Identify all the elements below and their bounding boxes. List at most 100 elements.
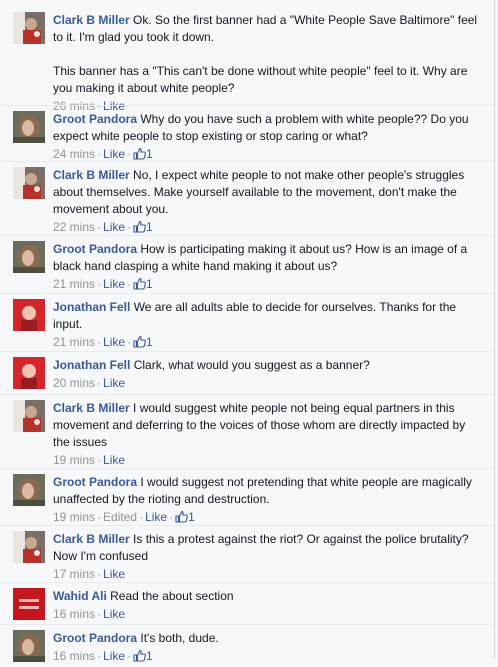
avatar[interactable]: [13, 474, 45, 506]
like-count[interactable]: 1: [146, 649, 153, 663]
timestamp[interactable]: 19 mins: [53, 453, 95, 467]
author-link[interactable]: Groot Pandora: [53, 475, 137, 489]
author-link[interactable]: Clark B Miller: [53, 168, 130, 182]
like-count[interactable]: 1: [146, 147, 153, 161]
separator-dot: ·: [97, 510, 102, 524]
like-button[interactable]: Like: [103, 335, 125, 349]
comment-paragraph: Clark B Miller Is this a protest against…: [53, 531, 483, 565]
comment-divider: [0, 235, 494, 236]
like-count[interactable]: 1: [188, 510, 195, 524]
avatar[interactable]: [13, 531, 45, 563]
separator-dot: ·: [97, 220, 102, 234]
author-link[interactable]: Clark B Miller: [53, 532, 130, 546]
like-button[interactable]: Like: [103, 220, 125, 234]
edited-label[interactable]: Edited: [103, 510, 137, 524]
like-button[interactable]: Like: [103, 277, 125, 291]
comment-divider: [0, 351, 494, 352]
author-link[interactable]: Groot Pandora: [53, 112, 137, 126]
comment-body: Clark B Miller Is this a protest against…: [53, 531, 483, 583]
comment-body: Clark B Miller Ok. So the first banner h…: [53, 12, 483, 115]
like-count[interactable]: 1: [146, 335, 153, 349]
author-link[interactable]: Groot Pandora: [53, 242, 137, 256]
comment-meta: 24 mins · Like · 1: [53, 146, 483, 165]
separator-dot: ·: [97, 649, 102, 663]
separator-dot: ·: [139, 510, 144, 524]
like-button[interactable]: Like: [103, 453, 125, 467]
separator-dot: ·: [127, 335, 132, 349]
separator-dot: ·: [169, 510, 174, 524]
separator-dot: ·: [97, 147, 102, 161]
separator-dot: ·: [127, 649, 132, 663]
avatar[interactable]: [13, 357, 45, 389]
timestamp[interactable]: 20 mins: [53, 376, 95, 390]
timestamp[interactable]: 21 mins: [53, 277, 95, 291]
author-link[interactable]: Clark B Miller: [53, 401, 130, 415]
timestamp[interactable]: 22 mins: [53, 220, 95, 234]
like-button[interactable]: Like: [103, 147, 125, 161]
author-link[interactable]: Jonathan Fell: [53, 358, 130, 372]
comment-meta: 17 mins · Like: [53, 566, 483, 583]
thumbs-up-icon[interactable]: [133, 649, 146, 667]
separator-dot: ·: [97, 607, 102, 621]
avatar[interactable]: [13, 167, 45, 199]
comment-text: Read the about section: [110, 589, 234, 603]
comment-meta: 16 mins · Like: [53, 606, 483, 623]
comment-paragraph: Jonathan Fell Clark, what would you sugg…: [53, 357, 483, 374]
comment-body: Clark B Miller I would suggest white peo…: [53, 400, 483, 469]
comment-paragraph: Clark B Miller No, I expect white people…: [53, 167, 483, 218]
comment-body: Wahid Ali Read the about section 16 mins ·…: [53, 588, 483, 623]
comment-paragraph: Groot Pandora I would suggest not preten…: [53, 474, 483, 508]
timestamp[interactable]: 19 mins: [53, 510, 95, 524]
separator-dot: ·: [127, 220, 132, 234]
comment-paragraph: Clark B Miller I would suggest white peo…: [53, 400, 483, 451]
thumbs-up-icon[interactable]: [133, 147, 146, 165]
avatar[interactable]: [13, 12, 45, 44]
comment-body: Groot Pandora I would suggest not preten…: [53, 474, 483, 528]
comment-paragraph: This banner has a "This can't be done wi…: [53, 63, 483, 97]
comment-divider: [0, 394, 494, 395]
comment-meta: 16 mins · Like · 1: [53, 648, 483, 667]
like-button[interactable]: Like: [103, 649, 125, 663]
avatar[interactable]: [13, 111, 45, 143]
avatar[interactable]: [13, 400, 45, 432]
comment-meta: 19 mins · Like: [53, 452, 483, 469]
like-button[interactable]: Like: [145, 510, 167, 524]
separator-dot: ·: [97, 453, 102, 467]
timestamp[interactable]: 16 mins: [53, 649, 95, 663]
avatar[interactable]: [13, 630, 45, 662]
like-button[interactable]: Like: [103, 607, 125, 621]
comment-body: Groot Pandora How is participating makin…: [53, 241, 483, 295]
comment-text: This banner has a "This can't be done wi…: [53, 64, 468, 95]
like-count[interactable]: 1: [146, 277, 153, 291]
like-count[interactable]: 1: [146, 220, 153, 234]
comment-divider: [0, 525, 494, 526]
comment-divider: [0, 582, 494, 583]
timestamp[interactable]: 21 mins: [53, 335, 95, 349]
avatar[interactable]: [13, 588, 45, 620]
separator-dot: ·: [97, 376, 102, 390]
author-link[interactable]: Wahid Ali: [53, 589, 107, 603]
comment-divider: [0, 293, 494, 294]
timestamp[interactable]: 24 mins: [53, 147, 95, 161]
author-link[interactable]: Clark B Miller: [53, 13, 130, 27]
author-link[interactable]: Jonathan Fell: [53, 300, 130, 314]
like-button[interactable]: Like: [103, 376, 125, 390]
author-link[interactable]: Groot Pandora: [53, 631, 137, 645]
like-button[interactable]: Like: [103, 567, 125, 581]
separator-dot: ·: [97, 277, 102, 291]
avatar[interactable]: [13, 241, 45, 273]
comment-divider: [0, 624, 494, 625]
comment-paragraph: Clark B Miller Ok. So the first banner h…: [53, 12, 483, 46]
comment-body: Jonathan Fell Clark, what would you sugg…: [53, 357, 483, 392]
separator-dot: ·: [97, 335, 102, 349]
comment-paragraph: Groot Pandora It's both, dude.: [53, 630, 483, 647]
comment-body: Groot Pandora It's both, dude. 16 mins · Li…: [53, 630, 483, 667]
comment-body: Clark B Miller No, I expect white people…: [53, 167, 483, 238]
timestamp[interactable]: 16 mins: [53, 607, 95, 621]
comment-divider: [0, 161, 494, 162]
comment-paragraph: Groot Pandora How is participating makin…: [53, 241, 483, 275]
separator-dot: ·: [127, 147, 132, 161]
timestamp[interactable]: 17 mins: [53, 567, 95, 581]
avatar[interactable]: [13, 299, 45, 331]
separator-dot: ·: [97, 567, 102, 581]
